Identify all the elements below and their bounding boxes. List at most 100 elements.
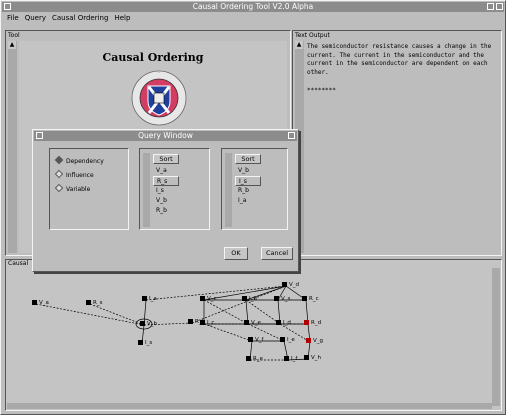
graph-node-label: V_s (281, 296, 291, 302)
list1-item[interactable]: R_b (153, 206, 179, 216)
menu-item-file[interactable]: File (7, 14, 19, 22)
list2-item[interactable]: I_s (235, 176, 261, 186)
tool-panel-label: Tool (8, 32, 20, 39)
list1-item[interactable]: I_s (153, 186, 179, 196)
graph-node[interactable] (244, 320, 249, 325)
graph-node-label: I_d (283, 320, 291, 326)
scroll-up-icon[interactable]: ▲ (8, 41, 16, 49)
query-option-label: Variable (66, 186, 91, 193)
graph-node-label: I_s (145, 340, 153, 346)
dialog-close-icon[interactable] (288, 132, 295, 139)
graph-node[interactable] (200, 296, 205, 301)
graph-node[interactable] (200, 320, 205, 325)
menu-item-query[interactable]: Query (25, 14, 46, 22)
list1-sort-button[interactable]: Sort (153, 154, 179, 164)
query-option[interactable]: Variable (54, 183, 91, 194)
graph-node[interactable] (304, 320, 309, 325)
graph-node[interactable] (246, 356, 251, 361)
window-title: Causal Ordering Tool V2.0 Alpha (192, 2, 314, 11)
text-output-text: The semiconductor resistance causes a ch… (307, 43, 492, 76)
graph-node[interactable] (276, 320, 281, 325)
radio-diamond-icon[interactable] (54, 155, 64, 165)
causal-hscrollbar[interactable] (7, 403, 492, 409)
list2-item[interactable]: I_a (235, 196, 261, 206)
query-options-group: Dependency Influence Variable (49, 148, 129, 230)
minimize-icon[interactable] (487, 3, 494, 10)
ok-button[interactable]: OK (224, 247, 248, 260)
list2-items: V_b I_s R_b I_a (235, 166, 261, 206)
graph-node-label: I_b (249, 296, 257, 302)
list1-items: V_a R_s I_s V_b R_b (153, 166, 179, 216)
list2-scrollbar[interactable] (225, 153, 232, 227)
list1-scrollbar[interactable] (143, 153, 150, 227)
window-titlebar[interactable]: Causal Ordering Tool V2.0 Alpha (2, 2, 504, 12)
graph-node-label: V_d (289, 282, 300, 288)
list2-item[interactable]: R_b (235, 186, 261, 196)
list1-item[interactable]: R_s (153, 176, 179, 186)
graph-edge (89, 303, 145, 326)
text-output-panel: Text Output ▲ The semiconductor resistan… (292, 30, 502, 256)
graph-node[interactable] (188, 319, 193, 324)
graph-node-label: R_d (311, 320, 322, 326)
graph-node-label: I_a (149, 296, 157, 302)
radio-diamond-icon[interactable] (54, 169, 64, 179)
graph-node[interactable] (282, 282, 287, 287)
query-option[interactable]: Influence (54, 169, 94, 180)
graph-node-label: R_e (253, 356, 263, 362)
list2-item[interactable]: V_b (235, 166, 261, 176)
graph-node-label: V_b (147, 321, 158, 327)
variable-list-1: Sort V_a R_s I_s V_b R_b (139, 148, 210, 230)
svg-text:·: · (158, 70, 159, 75)
graph-node[interactable] (304, 355, 309, 360)
graph-node[interactable] (280, 337, 285, 342)
list2-sort-button[interactable]: Sort (235, 154, 261, 164)
graph-node[interactable] (306, 338, 311, 343)
radio-diamond-icon[interactable] (54, 183, 64, 193)
graph-node-label: V_c (207, 296, 217, 302)
graph-node[interactable] (302, 296, 307, 301)
graph-edge (203, 323, 253, 342)
graph-node[interactable] (140, 321, 145, 326)
graph-node-label: R_c (309, 296, 319, 302)
scroll-up-icon[interactable]: ▲ (295, 41, 303, 49)
list1-item[interactable]: V_a (153, 166, 179, 176)
text-output-end-marker: ******** (307, 87, 336, 94)
tool-scrollbar[interactable]: ▲ (8, 41, 17, 253)
list1-item[interactable]: V_b (153, 196, 179, 206)
menu-item-help[interactable]: Help (114, 14, 130, 22)
graph-node-label: V_a (39, 300, 49, 306)
graph-node-label: V_g (313, 338, 324, 344)
causal-panel: Causal (5, 259, 502, 411)
graph-node-label: V_e (251, 320, 261, 326)
dialog-title: Query Window (138, 131, 193, 140)
page-title: Causal Ordering (102, 51, 204, 64)
graph-node[interactable] (242, 296, 247, 301)
graph-edge (191, 285, 287, 324)
graph-node[interactable] (32, 300, 37, 305)
graph-node[interactable] (142, 296, 147, 301)
graph-node[interactable] (138, 340, 143, 345)
dialog-titlebar[interactable]: Query Window (34, 131, 297, 141)
graph-node[interactable] (248, 337, 253, 342)
cancel-button[interactable]: Cancel (261, 247, 293, 260)
graph-node[interactable] (284, 356, 289, 361)
causal-vscrollbar[interactable] (492, 268, 500, 406)
window-menu-icon[interactable] (4, 3, 11, 10)
variable-list-2: Sort V_b I_s R_b I_a (221, 148, 288, 230)
query-option-label: Influence (66, 172, 94, 179)
query-option[interactable]: Dependency (54, 155, 104, 166)
graph-node-label: V_h (311, 355, 321, 361)
graph-node-label: R_s (93, 300, 103, 306)
graph-node-label: V_f (255, 337, 264, 343)
text-output-label: Text Output (295, 32, 330, 39)
query-option-label: Dependency (66, 158, 104, 165)
graph-node[interactable] (86, 300, 91, 305)
menu-bar: File Query Causal Ordering Help (7, 14, 136, 24)
graph-node[interactable] (274, 296, 279, 301)
menu-item-causal-ordering[interactable]: Causal Ordering (52, 14, 108, 22)
maximize-icon[interactable] (496, 3, 503, 10)
causal-graph (35, 285, 311, 361)
graph-node-label: I_e (287, 337, 295, 343)
text-output-content: The semiconductor resistance causes a ch… (307, 43, 499, 249)
dialog-menu-icon[interactable] (36, 132, 43, 139)
